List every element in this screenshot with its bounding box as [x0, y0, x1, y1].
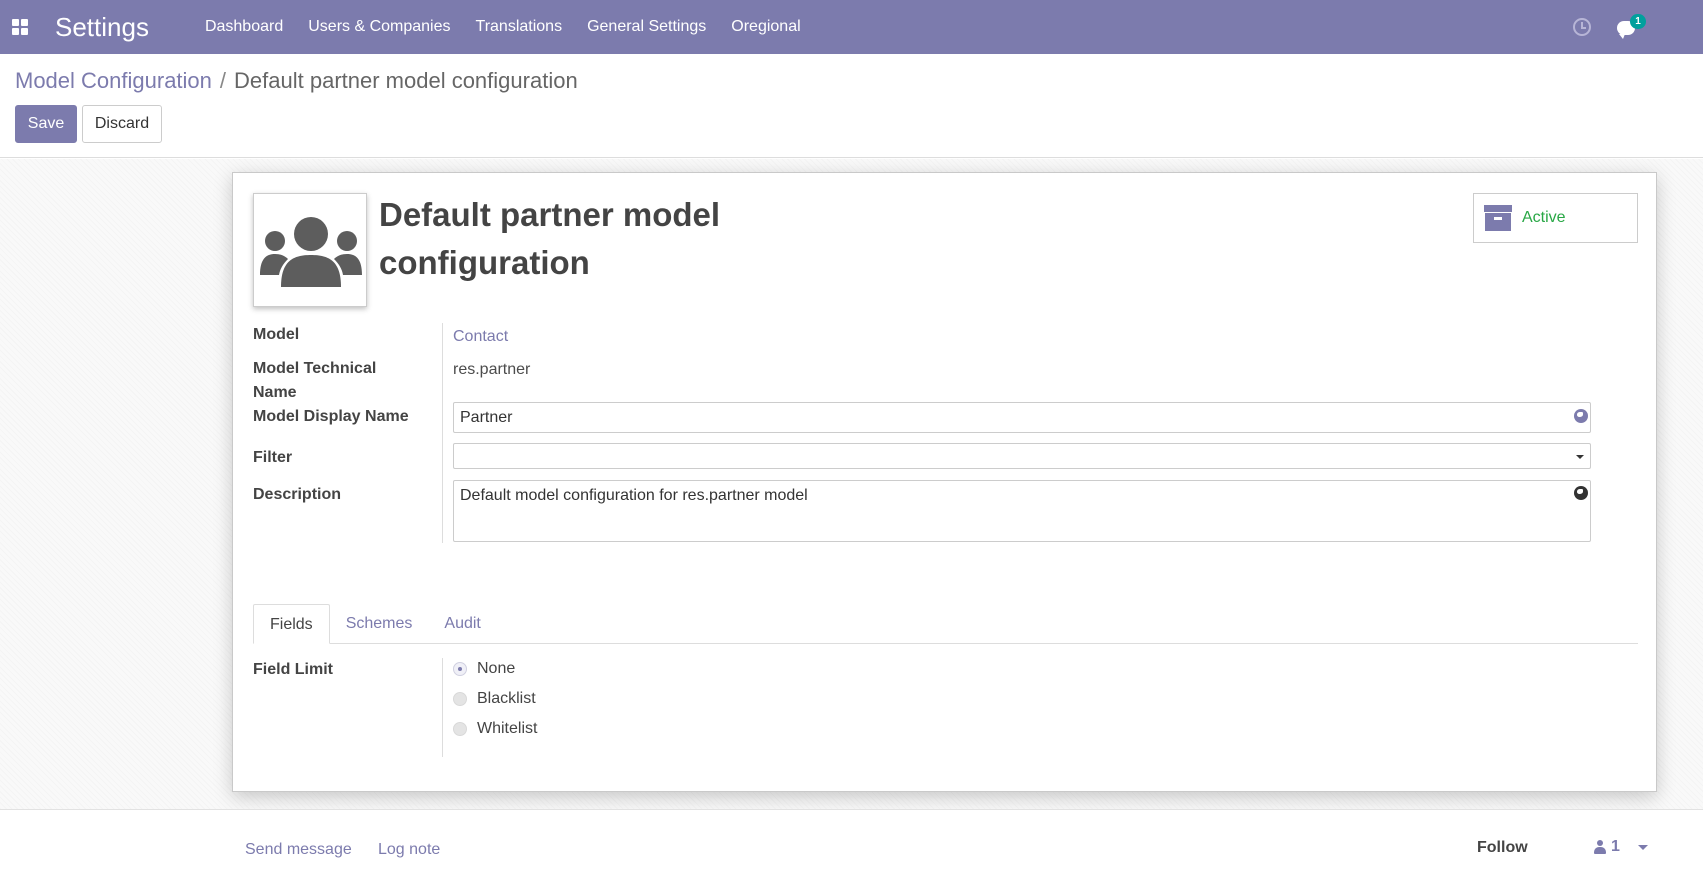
main-menu: Dashboard Users & Companies Translations…	[205, 18, 826, 36]
field-limit-label: Field Limit	[253, 661, 333, 678]
technical-name-label: Model Technical Name	[253, 360, 377, 401]
breadcrumb-current: Default partner model configuration	[234, 68, 578, 93]
display-name-label: Model Display Name	[253, 408, 409, 425]
radio-button-checked[interactable]	[453, 662, 467, 676]
field-limit-divider	[442, 658, 443, 757]
archive-icon	[1484, 205, 1512, 231]
radio-button[interactable]	[453, 692, 467, 706]
caret-down-icon	[1637, 844, 1648, 850]
apps-menu-icon[interactable]	[0, 0, 40, 54]
follow-button[interactable]: Follow	[1477, 839, 1528, 857]
description-label: Description	[253, 486, 342, 503]
breadcrumb: Model Configuration / Default partner mode…	[15, 68, 578, 94]
field-divider	[442, 323, 443, 543]
active-label: Active	[1522, 209, 1566, 226]
notebook-tabs: Fields Schemes Audit	[253, 604, 1638, 644]
display-name-input[interactable]: Partner	[453, 402, 1591, 433]
user-icon	[1594, 840, 1606, 854]
radio-button[interactable]	[453, 722, 467, 736]
chevron-down-icon	[1576, 455, 1584, 459]
active-toggle-button[interactable]: Active	[1473, 193, 1638, 243]
description-value: Default model configuration for res.part…	[460, 487, 808, 504]
translate-globe-icon[interactable]	[1574, 409, 1588, 423]
filter-label: Filter	[253, 449, 293, 466]
radio-blacklist[interactable]: Blacklist	[453, 690, 536, 708]
radio-label-none: None	[477, 660, 516, 677]
app-name: Settings	[55, 12, 149, 42]
menu-item-dashboard[interactable]: Dashboard	[205, 18, 283, 36]
messages-badge: 1	[1630, 14, 1646, 29]
tab-schemes[interactable]: Schemes	[330, 604, 429, 644]
save-button[interactable]: Save	[15, 105, 77, 143]
discard-button[interactable]: Discard	[82, 105, 162, 143]
description-textarea[interactable]: Default model configuration for res.part…	[453, 480, 1591, 542]
tab-audit[interactable]: Audit	[428, 604, 496, 644]
display-name-value: Partner	[460, 409, 513, 426]
menu-item-general-settings[interactable]: General Settings	[587, 18, 706, 36]
log-note-link[interactable]: Log note	[378, 841, 440, 859]
breadcrumb-parent[interactable]: Model Configuration	[15, 68, 212, 93]
filter-select[interactable]	[453, 443, 1591, 469]
tab-fields[interactable]: Fields	[253, 604, 330, 644]
menu-item-oregional[interactable]: Oregional	[731, 18, 800, 36]
menu-item-translations[interactable]: Translations	[476, 18, 563, 36]
menu-item-users-companies[interactable]: Users & Companies	[308, 18, 450, 36]
form-sheet: Default partner model configuration Acti…	[232, 172, 1657, 792]
breadcrumb-separator: /	[219, 68, 227, 93]
activity-clock-icon[interactable]	[1573, 18, 1591, 36]
radio-label-whitelist: Whitelist	[477, 720, 538, 737]
model-value[interactable]: Contact	[453, 325, 508, 349]
followers-count: 1	[1611, 838, 1620, 855]
radio-whitelist[interactable]: Whitelist	[453, 720, 537, 738]
radio-label-blacklist: Blacklist	[477, 690, 536, 707]
record-avatar	[253, 193, 367, 307]
technical-name-value: res.partner	[453, 361, 531, 378]
control-panel: Model Configuration / Default partner mode…	[0, 54, 1703, 158]
radio-none[interactable]: None	[453, 660, 515, 678]
users-icon	[260, 217, 362, 287]
navbar-systray: 1	[1573, 0, 1703, 54]
model-label: Model	[253, 326, 300, 343]
messaging-menu[interactable]: 1	[1617, 14, 1646, 39]
top-navbar: Settings Dashboard Users & Companies Tra…	[0, 0, 1703, 54]
chatter: Send message Log note Follow 1	[0, 809, 1703, 886]
translate-globe-icon[interactable]	[1574, 486, 1588, 500]
followers-dropdown[interactable]: 1	[1594, 838, 1648, 856]
record-title[interactable]: Default partner model configuration	[379, 191, 779, 287]
send-message-link[interactable]: Send message	[245, 841, 352, 859]
